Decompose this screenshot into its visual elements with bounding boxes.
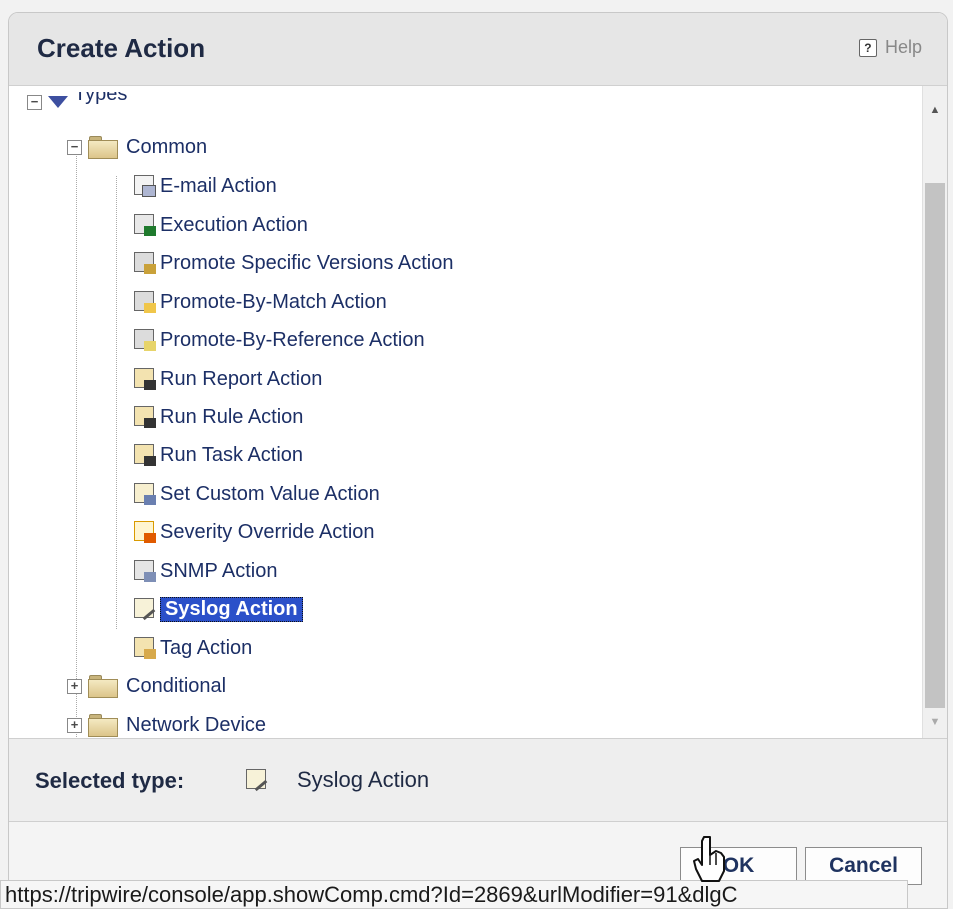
- tree-item-label: E-mail Action: [160, 174, 277, 197]
- selected-type-section: Selected type: Syslog Action: [9, 739, 947, 822]
- create-action-dialog: Create Action ? Help − Types − Common E-…: [8, 12, 948, 909]
- type-tree-panel: − Types − Common E-mail Action Execution…: [9, 86, 947, 739]
- severity-override-icon: [134, 521, 156, 543]
- run-report-icon: [134, 368, 156, 390]
- tree-item-label: Tag Action: [160, 636, 253, 659]
- tree-item-set-custom-value[interactable]: Set Custom Value Action: [134, 477, 380, 511]
- folder-icon: [88, 675, 118, 698]
- scroll-up-arrow-icon[interactable]: ▲: [923, 98, 947, 122]
- folder-label: Network Device: [126, 713, 267, 736]
- tree-item-email-action[interactable]: E-mail Action: [134, 169, 277, 203]
- expand-toggle-conditional[interactable]: +: [67, 678, 82, 694]
- snmp-action-icon: [134, 560, 156, 582]
- tree-item-label: Run Rule Action: [160, 405, 304, 428]
- dialog-title-bar: Create Action ? Help: [9, 13, 947, 86]
- folder-label: Conditional: [126, 674, 227, 697]
- syslog-action-icon: [246, 769, 268, 792]
- selected-type-value: Syslog Action: [297, 767, 430, 792]
- dialog-title: Create Action: [37, 33, 206, 63]
- tree-folder-network-device[interactable]: + Network Device: [67, 708, 267, 738]
- tree-item-run-report[interactable]: Run Report Action: [134, 362, 322, 396]
- promote-specific-icon: [134, 252, 156, 274]
- folder-icon: [88, 136, 118, 159]
- promote-reference-icon: [134, 329, 156, 351]
- types-root-icon: [48, 96, 68, 108]
- tree-item-run-rule[interactable]: Run Rule Action: [134, 400, 303, 434]
- tree-connector: [76, 150, 77, 738]
- tree-item-label: Severity Override Action: [160, 520, 375, 543]
- scroll-down-arrow-icon[interactable]: ▼: [923, 710, 947, 734]
- tree-item-label: Promote-By-Reference Action: [160, 328, 425, 351]
- tree-item-promote-specific-versions[interactable]: Promote Specific Versions Action: [134, 246, 453, 280]
- help-label: Help: [884, 37, 922, 57]
- status-bar-url: https://tripwire/console/app.showComp.cm…: [0, 880, 908, 909]
- tree-item-tag-action[interactable]: Tag Action: [134, 631, 252, 665]
- run-task-icon: [134, 444, 156, 466]
- tree-item-label: Promote Specific Versions Action: [160, 251, 454, 274]
- tree-item-label: Execution Action: [160, 213, 308, 236]
- tree-item-snmp-action[interactable]: SNMP Action: [134, 554, 277, 588]
- promote-match-icon: [134, 291, 156, 313]
- tree-item-syslog-action[interactable]: Syslog Action: [134, 592, 303, 626]
- tree-item-execution-action[interactable]: Execution Action: [134, 208, 308, 242]
- run-rule-icon: [134, 406, 156, 428]
- tree-connector: [116, 176, 117, 629]
- tree-item-promote-by-match[interactable]: Promote-By-Match Action: [134, 285, 387, 319]
- tree-item-label: Run Report Action: [160, 367, 323, 390]
- tag-action-icon: [134, 637, 156, 659]
- tree-folder-common[interactable]: − Common: [67, 130, 207, 164]
- help-link[interactable]: ? Help: [858, 37, 922, 58]
- expand-toggle-network-device[interactable]: +: [67, 717, 82, 733]
- email-action-icon: [134, 175, 156, 197]
- scrollbar-thumb[interactable]: [925, 183, 945, 708]
- tree-item-label: Set Custom Value Action: [160, 482, 380, 505]
- tree-root-types[interactable]: − Types: [27, 92, 127, 112]
- folder-label: Common: [126, 135, 208, 158]
- collapse-toggle-root[interactable]: −: [27, 94, 42, 110]
- selected-type-label: Selected type:: [35, 768, 185, 793]
- tree-root-label: Types: [74, 92, 128, 105]
- tree-item-promote-by-reference[interactable]: Promote-By-Reference Action: [134, 323, 425, 357]
- tree-scrollbar[interactable]: ▲ ▼: [922, 86, 947, 738]
- tree-item-label: Run Task Action: [160, 443, 304, 466]
- custom-value-icon: [134, 483, 156, 505]
- execution-action-icon: [134, 214, 156, 236]
- tree-item-label: Syslog Action: [160, 596, 303, 622]
- tree-item-label: SNMP Action: [160, 559, 278, 582]
- tree-item-label: Promote-By-Match Action: [160, 290, 387, 313]
- tree-item-severity-override[interactable]: Severity Override Action: [134, 515, 375, 549]
- collapse-toggle-common[interactable]: −: [67, 139, 82, 155]
- tree-item-run-task[interactable]: Run Task Action: [134, 438, 303, 472]
- syslog-action-icon: [134, 598, 156, 621]
- tree-folder-conditional[interactable]: + Conditional: [67, 669, 226, 703]
- help-icon: ?: [858, 38, 877, 57]
- folder-icon: [88, 714, 118, 737]
